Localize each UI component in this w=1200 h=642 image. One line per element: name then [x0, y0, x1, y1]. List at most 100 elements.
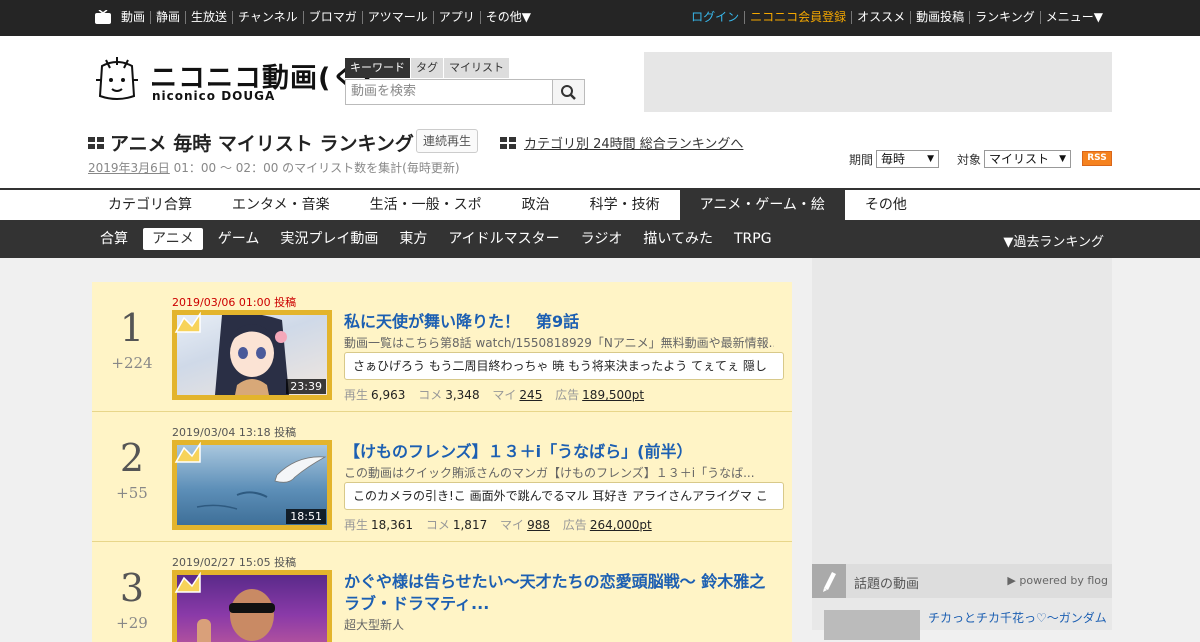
- views-label: 再生: [344, 518, 369, 532]
- view-count: 18,361: [371, 518, 414, 532]
- category-subnav: 合算 アニメ ゲーム 実況プレイ動画 東方 アイドルマスター ラジオ 描いてみた…: [0, 220, 1200, 258]
- ad-banner[interactable]: [644, 52, 1112, 112]
- nav-douga[interactable]: 動画: [116, 11, 150, 24]
- genre-tab-all[interactable]: カテゴリ合算: [88, 190, 212, 220]
- rank-number: 1: [119, 306, 145, 350]
- period-select[interactable]: 毎時 ▼: [876, 150, 940, 168]
- past-ranking-link[interactable]: ▼過去ランキング: [1003, 231, 1104, 250]
- powered-by-flog[interactable]: ▶ powered by flog: [1007, 574, 1108, 587]
- page-title-row: アニメ 毎時 マイリスト ランキング: [88, 129, 414, 156]
- genre-tab-politics[interactable]: 政治: [502, 190, 570, 220]
- mylist-count-link[interactable]: 245: [519, 388, 542, 402]
- subnav-lets-play[interactable]: 実況プレイ動画: [274, 228, 384, 250]
- ranking-badge-icon: [174, 442, 201, 463]
- nav-seiga[interactable]: 静画: [150, 11, 185, 24]
- ranking-item: 1 +224 2019/03/06 01:00 投稿 23:39 私に天使が舞い…: [92, 282, 792, 412]
- niconico-logo[interactable]: ニコニコ動画(く) niconico DOUGA: [94, 56, 372, 106]
- video-thumbnail[interactable]: 23:39: [172, 310, 332, 400]
- nav-others[interactable]: その他▼: [479, 11, 536, 24]
- target-select[interactable]: マイリスト ▼: [984, 150, 1072, 168]
- video-title-link[interactable]: 【けものフレンズ】１３＋i「うなばら」(前半）: [344, 441, 774, 463]
- rank-number: 2: [119, 436, 145, 480]
- latest-comments: さぁひげろう もう二周目終わっちゃ 暁 もう将来決まったよう てぇてぇ 隠し: [344, 352, 784, 380]
- period-control: 期間 毎時 ▼: [849, 150, 940, 168]
- genre-tab-other[interactable]: その他: [845, 190, 927, 220]
- subnav-touhou[interactable]: 東方: [393, 228, 433, 250]
- ad-points-link[interactable]: 264,000pt: [590, 518, 652, 532]
- search-icon: [561, 85, 576, 100]
- search-input[interactable]: 動画を検索: [345, 79, 553, 105]
- user-nav: ログイン ニコニコ会員登録 オススメ 動画投稿 ランキング メニュー▼: [686, 11, 1108, 24]
- nav-upload[interactable]: 動画投稿: [910, 11, 969, 24]
- sidebar: 話題の動画 ▶ powered by flog チカっとチカ千花っ♡～ガンダム: [812, 258, 1112, 640]
- ranking-date-link[interactable]: 2019年3月6日: [88, 161, 170, 175]
- posted-date: 2019/03/06 01:00 投稿: [172, 296, 297, 309]
- genre-tab-life[interactable]: 生活・一般・スポ: [350, 190, 502, 220]
- search-button[interactable]: [552, 79, 585, 105]
- ranking-badge-icon: [174, 312, 201, 333]
- trending-widget-header: 話題の動画 ▶ powered by flog: [812, 564, 1112, 598]
- category-grid-icon: [500, 136, 516, 149]
- comments-label: コメ: [425, 518, 450, 532]
- search-tab-mylist[interactable]: マイリスト: [444, 58, 509, 78]
- genre-tabs: カテゴリ合算 エンタメ・音楽 生活・一般・スポ 政治 科学・技術 アニメ・ゲーム…: [0, 188, 1200, 220]
- rank-points: +55: [116, 484, 148, 502]
- rank-points: +224: [111, 354, 153, 372]
- ad-label: 広告: [562, 518, 587, 532]
- logo-subtitle: niconico DOUGA: [152, 89, 276, 103]
- subnav-trpg[interactable]: TRPG: [728, 228, 778, 250]
- genre-tab-entertainment[interactable]: エンタメ・音楽: [212, 190, 350, 220]
- mylists-label: マイ: [500, 518, 525, 532]
- register-link[interactable]: ニコニコ会員登録: [744, 11, 851, 24]
- trending-video-title[interactable]: チカっとチカ千花っ♡～ガンダム: [928, 610, 1112, 626]
- dropdown-arrow-icon: ▼: [927, 154, 935, 164]
- views-label: 再生: [344, 388, 369, 402]
- trending-thumbnail[interactable]: [824, 610, 920, 640]
- period-text: 01：00 ～ 02：00 のマイリスト数を集計(毎時更新): [169, 161, 460, 175]
- mylists-label: マイ: [492, 388, 517, 402]
- mylist-count-link[interactable]: 988: [527, 518, 550, 532]
- subnav-anime[interactable]: アニメ: [143, 228, 203, 250]
- subnav-idolmaster[interactable]: アイドルマスター: [442, 228, 565, 250]
- category-link-text: カテゴリ別 24時間 総合ランキングへ: [524, 137, 744, 152]
- video-title-link[interactable]: かぐや様は告らせたい～天才たちの恋愛頭脳戦～ 鈴木雅之 ラブ・ドラマティ...: [344, 571, 774, 615]
- target-select-value: マイリスト: [989, 152, 1050, 166]
- dropdown-arrow-icon: ▼: [1059, 154, 1067, 164]
- ad-points-link[interactable]: 189,500pt: [582, 388, 644, 402]
- nav-live[interactable]: 生放送: [185, 11, 232, 24]
- nav-channel[interactable]: チャンネル: [232, 11, 303, 24]
- nav-recommend[interactable]: オススメ: [851, 11, 910, 24]
- nav-blomaga[interactable]: ブロマガ: [302, 11, 362, 24]
- ranking-list: 1 +224 2019/03/06 01:00 投稿 23:39 私に天使が舞い…: [92, 282, 792, 642]
- subnav-radio[interactable]: ラジオ: [575, 228, 629, 250]
- category-ranking-link[interactable]: カテゴリ別 24時間 総合ランキングへ: [500, 133, 743, 152]
- rss-button[interactable]: RSS: [1082, 151, 1112, 166]
- service-nav: 動画 静画 生放送 チャンネル ブロマガ アツマール アプリ その他▼: [116, 11, 536, 24]
- login-link[interactable]: ログイン: [686, 11, 744, 24]
- continuous-play-button[interactable]: 連続再生: [416, 129, 479, 153]
- period-label: 期間: [849, 152, 874, 167]
- trending-pen-icon: [812, 564, 846, 598]
- target-label: 対象: [957, 152, 982, 167]
- search-tab-keyword[interactable]: キーワード: [345, 58, 410, 78]
- search-tab-tag[interactable]: タグ: [411, 58, 443, 78]
- nav-app[interactable]: アプリ: [432, 11, 480, 24]
- search-type-tabs: キーワード タグ マイリスト: [345, 58, 510, 78]
- subnav-game[interactable]: ゲーム: [212, 228, 266, 250]
- video-thumbnail[interactable]: [172, 570, 332, 642]
- niconico-tv-icon[interactable]: [95, 10, 111, 24]
- subnav-drawing[interactable]: 描いてみた: [637, 228, 719, 250]
- video-description: 超大型新人: [344, 618, 405, 632]
- genre-tab-anime-game[interactable]: アニメ・ゲーム・絵: [679, 190, 845, 220]
- video-title-link[interactable]: 私に天使が舞い降りた！ 第9話: [344, 311, 774, 333]
- ranking-item: 3 +29 2019/02/27 15:05 投稿 かぐや様は告らせたい～天才た…: [92, 542, 792, 642]
- page-title: アニメ 毎時 マイリスト ランキング: [110, 133, 414, 155]
- subnav-all[interactable]: 合算: [94, 228, 134, 250]
- nav-atsumaru[interactable]: アツマール: [361, 11, 433, 24]
- target-control: 対象 マイリスト ▼: [957, 150, 1072, 168]
- video-thumbnail[interactable]: 18:51: [172, 440, 332, 530]
- nav-menu[interactable]: メニュー▼: [1039, 11, 1108, 24]
- nav-ranking[interactable]: ランキング: [969, 11, 1040, 24]
- genre-tab-science[interactable]: 科学・技術: [570, 190, 680, 220]
- posted-date: 2019/03/04 13:18 投稿: [172, 426, 297, 439]
